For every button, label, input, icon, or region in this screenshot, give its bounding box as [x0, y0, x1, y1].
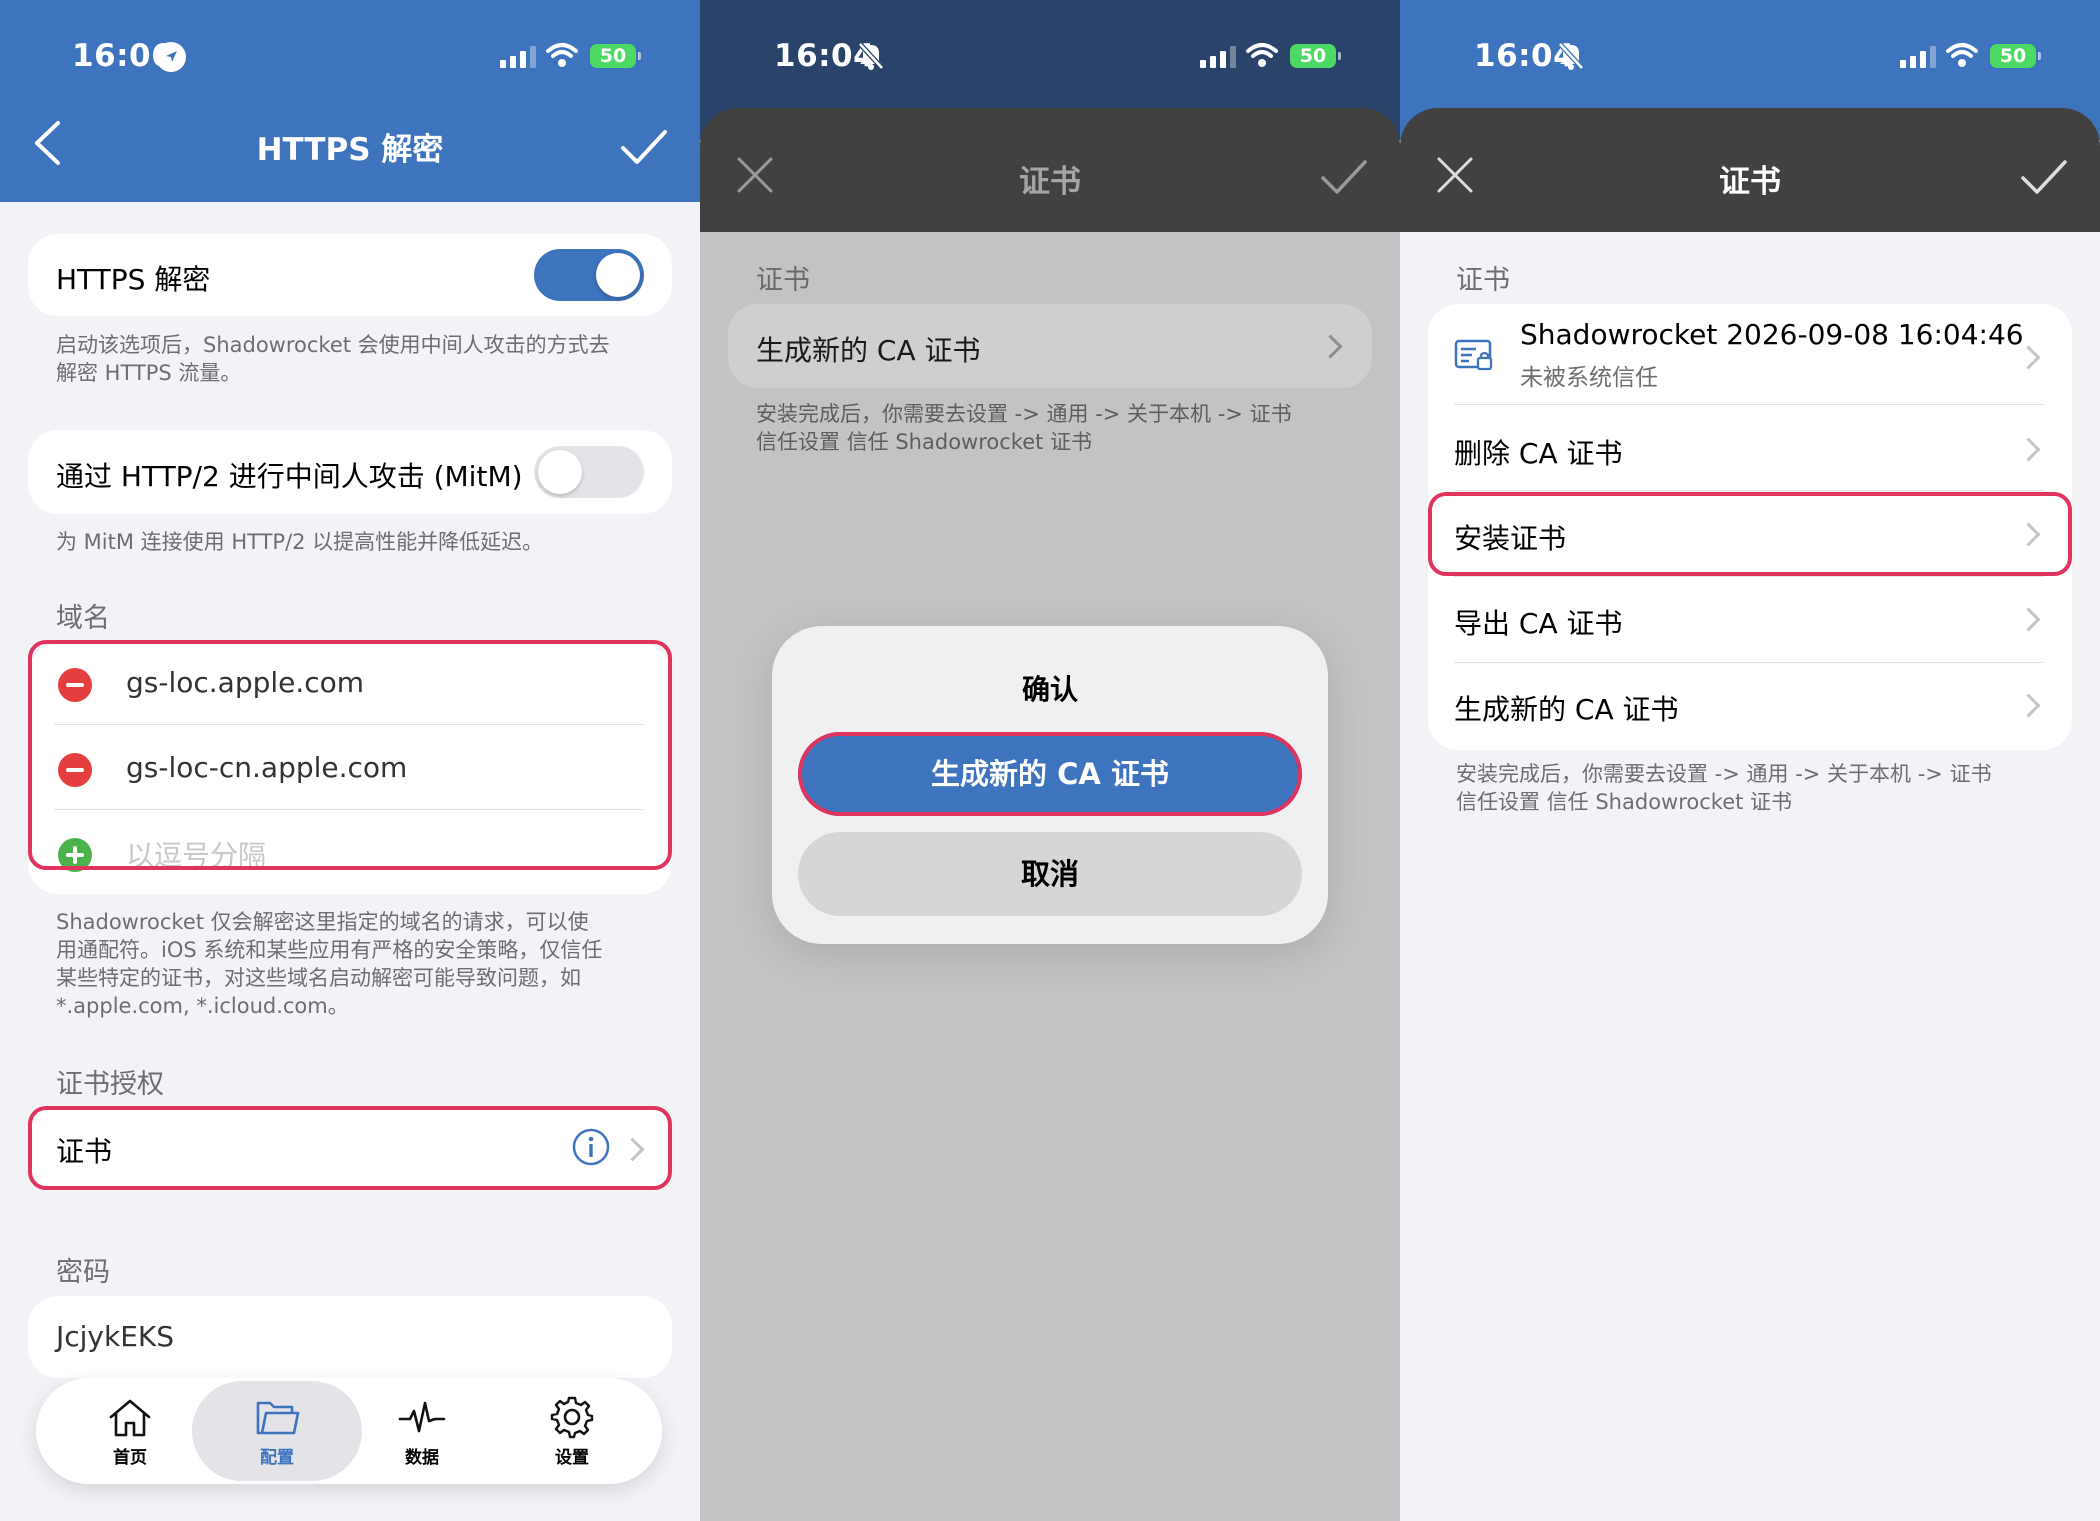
- https-footer: 启动该选项后，Shadowrocket 会使用中间人攻击的方式去 解密 HTTPS…: [56, 333, 610, 385]
- cert-section-header: 证书: [756, 265, 810, 296]
- signal-icon: [1900, 46, 1936, 68]
- install-footer: 安装完成后，你需要去设置 -> 通用 -> 关于本机 -> 证书 信任设置 信任 …: [756, 402, 1292, 454]
- http2-toggle-switch[interactable]: [534, 446, 644, 498]
- http2-toggle-label: 通过 HTTP/2 进行中间人攻击 (MitM): [56, 460, 523, 493]
- tab-label: 数据: [405, 1448, 439, 1468]
- install-cert-highlight: [1428, 492, 2072, 576]
- chevron-right-icon: [1318, 334, 1343, 359]
- silent-bell-icon: [1557, 41, 1585, 75]
- tab-settings[interactable]: 设置: [492, 1381, 652, 1481]
- sheet-header: 证书: [1400, 108, 2100, 232]
- sheet-title: 证书: [1719, 164, 1781, 200]
- http2-footer: 为 MitM 连接使用 HTTP/2 以提高性能并降低延迟。: [56, 530, 544, 554]
- password-section-header: 密码: [56, 1257, 110, 1288]
- sheet-title: 证书: [1019, 164, 1081, 200]
- dialog-title: 确认: [1021, 673, 1078, 706]
- activity-icon: [398, 1401, 446, 1433]
- https-toggle-switch[interactable]: [534, 249, 644, 301]
- generate-cert-row[interactable]: 生成新的 CA 证书: [728, 304, 1372, 388]
- cert-section-header: 证书: [1456, 265, 1510, 296]
- tab-bar: 首页 配置 数据 设置: [36, 1378, 662, 1484]
- chevron-right-icon: [2016, 607, 2041, 632]
- certificate-icon: [1454, 338, 1494, 376]
- battery-icon: 50: [1990, 44, 2041, 68]
- http2-toggle-row: 通过 HTTP/2 进行中间人攻击 (MitM): [28, 430, 672, 514]
- password-row[interactable]: JcjykEKS: [28, 1296, 672, 1378]
- cancel-button[interactable]: 取消: [798, 832, 1302, 916]
- close-icon[interactable]: [736, 156, 774, 198]
- https-toggle-row: HTTPS 解密: [28, 234, 672, 316]
- checkmark-icon[interactable]: [1320, 158, 1368, 200]
- signal-icon: [500, 46, 536, 68]
- page-title: HTTPS 解密: [256, 132, 444, 168]
- nav-header: [0, 0, 700, 202]
- https-toggle-label: HTTPS 解密: [56, 263, 211, 296]
- generate-cert-label: 生成新的 CA 证书: [756, 334, 981, 367]
- tab-label: 配置: [260, 1448, 294, 1468]
- confirm-dialog: 确认 生成新的 CA 证书 取消: [772, 626, 1328, 944]
- battery-icon: 50: [1290, 44, 1341, 68]
- checkmark-icon[interactable]: [620, 128, 668, 170]
- silent-bell-icon: [857, 41, 885, 75]
- cert-name[interactable]: Shadowrocket 2026-09-08 16:04:46: [1520, 318, 2024, 351]
- primary-highlight: [798, 732, 1302, 816]
- domain-section-header: 域名: [56, 603, 110, 634]
- signal-icon: [1200, 46, 1236, 68]
- battery-icon: 50: [590, 44, 641, 68]
- wifi-icon: [1946, 42, 1978, 72]
- tab-home[interactable]: 首页: [50, 1381, 210, 1481]
- generate-cert-screen: 16:04 50 证书 证书 生成新的 CA 证书 安装完成后，你需要去设置 -…: [700, 0, 1400, 1521]
- tab-label: 首页: [113, 1448, 147, 1468]
- cert-highlight: [28, 1106, 672, 1190]
- sheet-header: 证书: [700, 108, 1400, 232]
- generate-cert-row[interactable]: 生成新的 CA 证书: [1454, 688, 1679, 728]
- chevron-right-icon: [2016, 693, 2041, 718]
- location-icon: [156, 42, 186, 72]
- wifi-icon: [1246, 42, 1278, 72]
- cert-management-screen: 16:04 50 证书 证书 Shadowrocket 2026-09-08 1…: [1400, 0, 2100, 1521]
- tab-config[interactable]: 配置: [192, 1381, 362, 1481]
- cert-section-header: 证书授权: [56, 1069, 164, 1100]
- tab-label: 设置: [555, 1448, 589, 1468]
- delete-cert-row[interactable]: 删除 CA 证书: [1454, 432, 1623, 472]
- back-icon[interactable]: [32, 120, 62, 170]
- export-cert-row[interactable]: 导出 CA 证书: [1454, 602, 1623, 642]
- gear-icon: [550, 1396, 594, 1439]
- domain-highlight: [28, 640, 672, 870]
- close-icon[interactable]: [1436, 156, 1474, 198]
- checkmark-icon[interactable]: [2020, 158, 2068, 200]
- home-icon: [109, 1399, 151, 1437]
- chevron-right-icon: [2016, 437, 2041, 462]
- cert-trust-status: 未被系统信任: [1520, 365, 1658, 391]
- folder-icon: [256, 1401, 300, 1435]
- https-decrypt-screen: 16:06 50 HTTPS 解密 HTTPS 解密 启动该选项后，Shadow…: [0, 0, 700, 1521]
- password-value[interactable]: JcjykEKS: [56, 1320, 174, 1353]
- tab-data[interactable]: 数据: [342, 1381, 502, 1481]
- domain-footer: Shadowrocket 仅会解密这里指定的域名的请求，可以使 用通配符。iOS …: [56, 910, 603, 1018]
- install-footer: 安装完成后，你需要去设置 -> 通用 -> 关于本机 -> 证书 信任设置 信任 …: [1456, 762, 1992, 814]
- wifi-icon: [546, 42, 578, 72]
